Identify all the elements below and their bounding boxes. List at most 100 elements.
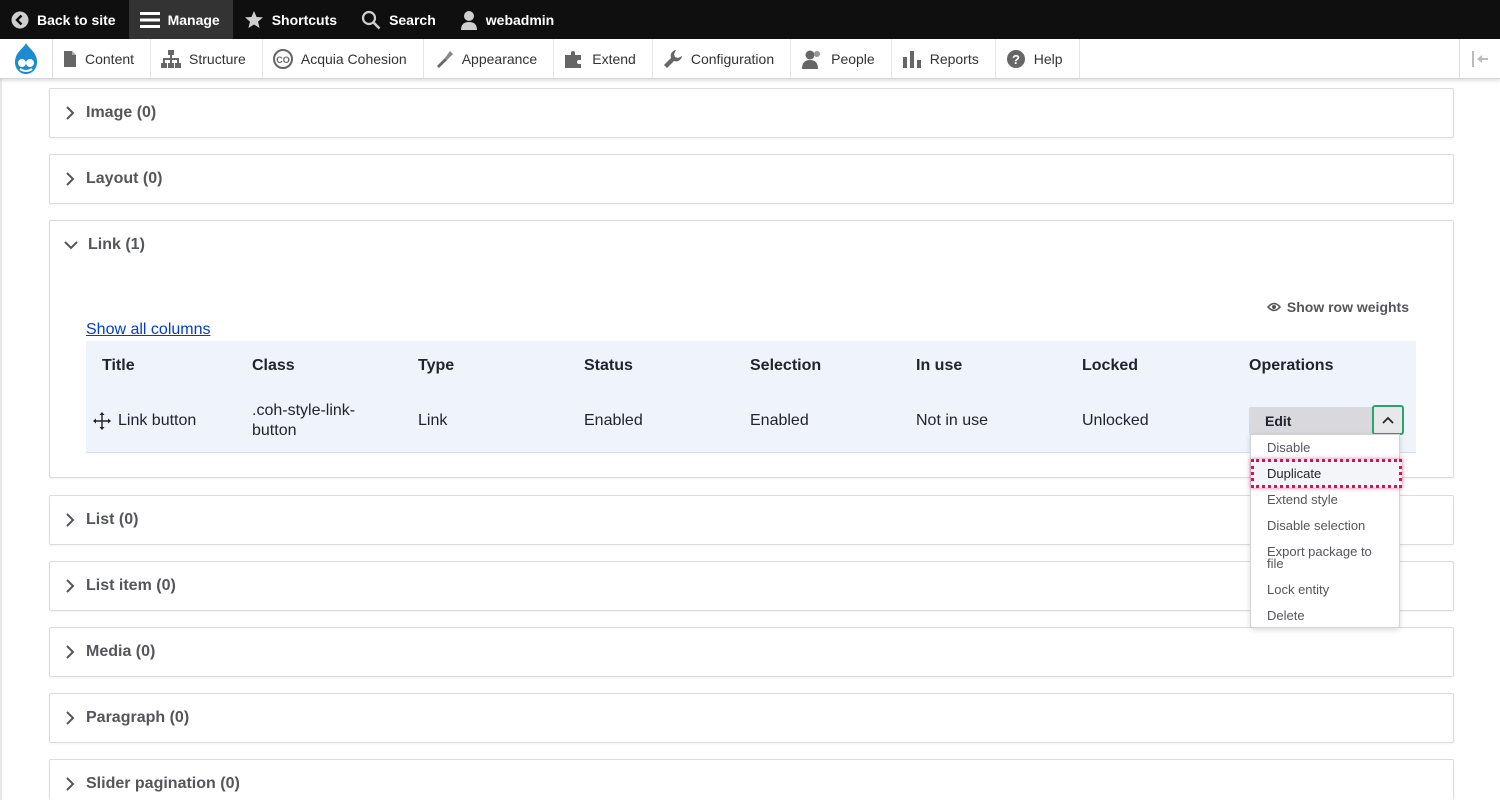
section-title: Media (0) [86,643,156,660]
collapse-tray-icon[interactable] [1459,39,1500,78]
edit-label: Edit [1265,413,1292,429]
section-list-item: List item (0) [49,561,1454,611]
help-icon: ? [1006,49,1026,69]
section-paragraph: Paragraph (0) [49,693,1454,743]
tray-item-structure[interactable]: Structure [151,39,263,78]
section-title: Link (1) [88,236,145,253]
shortcuts-tab[interactable]: Shortcuts [233,0,350,39]
section-media: Media (0) [49,627,1454,677]
tray-label-acquia-cohesion: Acquia Cohesion [300,50,407,67]
tray-label-people: People [831,50,875,67]
chevron-right-icon [64,106,76,120]
column-header-selection: Selection [750,357,822,374]
cell-class: .coh-style-link-button [252,402,356,439]
user-label: webadmin [485,11,555,28]
shortcuts-label: Shortcuts [271,11,338,28]
cell-locked: Unlocked [1082,412,1149,429]
people-icon [801,49,823,69]
cell-selection: Enabled [750,412,809,429]
section-title: Paragraph (0) [86,709,190,726]
column-header-class: Class [252,357,295,374]
tray-item-reports[interactable]: Reports [892,39,996,78]
section-link-body: Show row weights Show all columns Title … [50,269,1453,477]
column-header-in-use: In use [916,357,963,374]
section-list-toggle[interactable]: List (0) [50,496,1453,544]
styles-table: Title Class Type Status Selection In use… [86,341,1416,453]
show-all-columns-link[interactable]: Show all columns [86,321,211,339]
svg-text:?: ? [1012,52,1020,67]
manage-tab[interactable]: Manage [128,0,233,39]
column-header-type: Type [418,357,455,374]
section-paragraph-toggle[interactable]: Paragraph (0) [50,694,1453,742]
wrench-icon [663,49,683,69]
tray-label-structure: Structure [189,50,246,67]
search-tab[interactable]: Search [350,0,449,39]
show-row-weights-button[interactable]: Show row weights [1266,299,1409,315]
tray-label-configuration: Configuration [690,50,775,67]
drag-handle-icon[interactable] [93,412,111,435]
section-link-toggle[interactable]: Link (1) [50,221,1453,269]
tray-item-people[interactable]: People [791,39,892,78]
search-label: Search [389,11,436,28]
admin-menu-tray: Content Structure CO Acquia Cohesion App… [0,39,1500,79]
section-title: Image (0) [86,104,157,121]
menu-item-lock-entity[interactable]: Lock entity [1267,583,1329,596]
menu-item-duplicate-label: Duplicate [1267,466,1322,481]
operations-toggle-button[interactable] [1372,405,1404,435]
bar-chart-icon [902,49,922,69]
cell-in-use: Not in use [916,412,989,429]
section-image-toggle[interactable]: Image (0) [50,89,1453,137]
tray-item-acquia-cohesion[interactable]: CO Acquia Cohesion [263,39,424,78]
back-to-site-link[interactable]: Back to site [0,0,129,39]
cell-title: Link button [118,412,197,429]
chevron-right-icon [64,645,76,659]
admin-toolbar: Back to site Manage Shortcuts Search web… [0,0,1500,39]
back-to-site-label: Back to site [37,11,116,28]
back-arrow-icon [11,11,29,29]
tray-label-appearance: Appearance [461,50,538,67]
svg-text:CO: CO [276,55,290,65]
tray-label-reports: Reports [929,50,979,67]
cell-status: Enabled [584,412,643,429]
section-link: Link (1) Show row weights Show all colum… [49,220,1454,478]
section-layout-toggle[interactable]: Layout (0) [50,155,1453,203]
brush-icon [434,49,454,69]
document-icon [63,50,77,68]
menu-item-disable-selection[interactable]: Disable selection [1267,519,1365,532]
user-tab[interactable]: webadmin [449,0,567,39]
section-title: List item (0) [86,577,176,594]
tray-label-extend: Extend [592,50,636,67]
menu-item-duplicate[interactable]: Duplicate [1251,459,1402,488]
section-slider-pagination: Slider pagination (0) [49,759,1454,800]
menu-item-extend-style[interactable]: Extend style [1267,493,1338,506]
section-image: Image (0) [49,88,1454,138]
column-header-locked: Locked [1082,357,1139,374]
tray-item-appearance[interactable]: Appearance [424,39,555,78]
tray-item-content[interactable]: Content [53,39,152,78]
section-list-item-toggle[interactable]: List item (0) [50,562,1453,610]
user-icon [460,10,478,30]
drupal-logo-icon[interactable] [0,39,53,78]
column-header-operations: Operations [1249,357,1334,374]
menu-icon [139,11,160,29]
show-row-weights-label: Show row weights [1286,299,1409,315]
structure-icon [161,49,182,68]
section-title: Slider pagination (0) [86,775,240,792]
section-media-toggle[interactable]: Media (0) [50,628,1453,676]
operations-dropdown-menu: Disable Duplicate Extend style Disable s… [1250,434,1402,628]
section-slider-pagination-toggle[interactable]: Slider pagination (0) [50,760,1453,800]
menu-item-disable[interactable]: Disable [1267,441,1310,454]
tray-item-configuration[interactable]: Configuration [653,39,792,78]
section-list: List (0) [49,495,1454,545]
puzzle-icon [564,49,584,69]
chevron-right-icon [64,777,76,791]
tray-label-content: Content [85,50,135,67]
star-icon [244,10,264,30]
tray-item-extend[interactable]: Extend [554,39,653,78]
menu-item-export-package[interactable]: Export package to file [1267,545,1387,570]
page-left-border [0,78,2,800]
column-header-title: Title [102,357,135,374]
menu-item-delete[interactable]: Delete [1267,609,1305,622]
tray-item-help[interactable]: ? Help [996,39,1080,78]
cell-type: Link [418,412,448,429]
